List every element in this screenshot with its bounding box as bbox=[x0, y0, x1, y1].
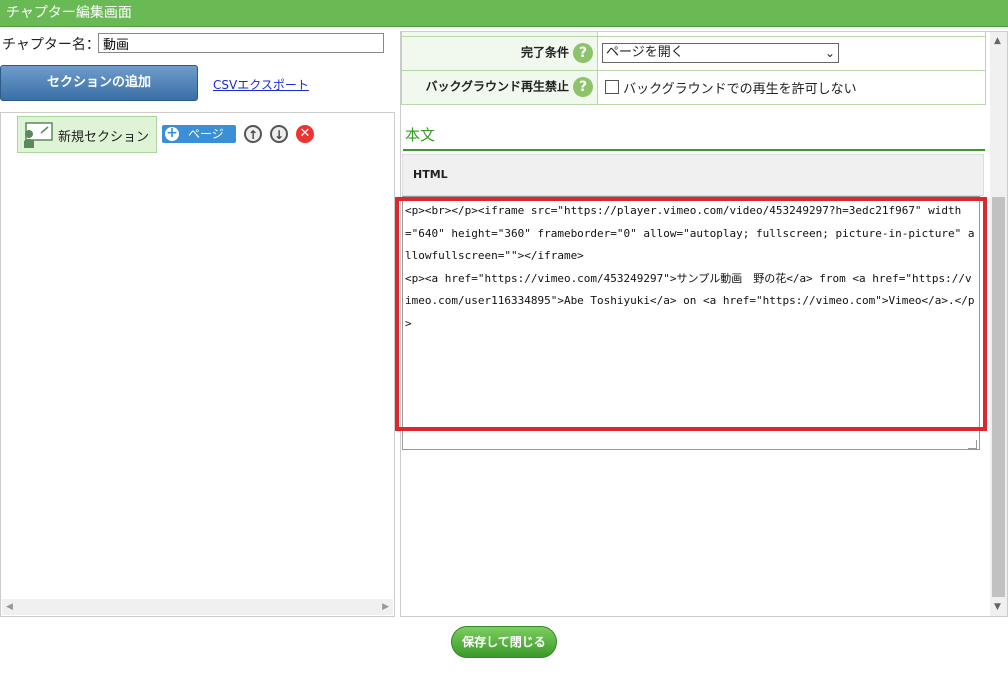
vertical-scrollbar[interactable]: ▲ ▼ bbox=[990, 32, 1007, 616]
scroll-right-icon[interactable]: ▶ bbox=[382, 602, 389, 612]
scroll-left-icon[interactable]: ◀ bbox=[6, 602, 13, 612]
body-section-title: 本文 bbox=[405, 126, 436, 144]
save-and-close-button[interactable]: 保存して閉じる bbox=[451, 626, 557, 658]
background-play-cell: バックグラウンド再生禁止? bbox=[401, 69, 598, 105]
scroll-down-icon[interactable]: ▼ bbox=[994, 602, 1001, 612]
add-page-label: ページ bbox=[188, 127, 224, 141]
window-title-bar: チャプター編集画面 bbox=[0, 0, 1008, 27]
background-play-checkbox[interactable] bbox=[605, 80, 619, 94]
csv-export-link[interactable]: CSVエクスポート bbox=[213, 76, 309, 93]
section-node[interactable]: 新規セクション bbox=[17, 116, 157, 153]
plus-icon: + bbox=[165, 125, 179, 141]
delete-icon[interactable]: ✕ bbox=[296, 125, 314, 143]
presentation-board-icon bbox=[24, 122, 53, 148]
background-play-label: バックグラウンド再生禁止 bbox=[425, 79, 569, 94]
html-tab[interactable]: HTML bbox=[402, 154, 984, 196]
completion-condition-select[interactable]: ページを開く ⌄ bbox=[602, 43, 839, 63]
section-tree-panel: 新規セクション + ページ ↑ ↓ ✕ ◀ ▶ bbox=[0, 112, 395, 617]
resize-handle-icon[interactable] bbox=[968, 440, 977, 449]
background-play-checkbox-label: バックグラウンドでの再生を許可しない bbox=[623, 81, 857, 97]
highlight-box bbox=[395, 197, 987, 431]
move-up-icon[interactable]: ↑ bbox=[244, 125, 262, 143]
help-icon[interactable]: ? bbox=[573, 43, 593, 63]
scroll-up-icon[interactable]: ▲ bbox=[994, 36, 1001, 46]
move-down-icon[interactable]: ↓ bbox=[270, 125, 288, 143]
scrollbar-thumb[interactable] bbox=[992, 197, 1005, 597]
horizontal-scrollbar[interactable]: ◀ ▶ bbox=[2, 599, 393, 615]
chevron-down-icon: ⌄ bbox=[824, 46, 835, 60]
completion-condition-label: 完了条件 bbox=[520, 45, 569, 60]
add-page-button[interactable]: + ページ bbox=[162, 125, 236, 143]
chapter-name-input[interactable] bbox=[98, 33, 384, 53]
window-title: チャプター編集画面 bbox=[6, 5, 132, 21]
section-label: 新規セクション bbox=[58, 130, 150, 145]
completion-condition-cell: 完了条件? bbox=[401, 35, 598, 71]
chapter-name-label: チャプター名： bbox=[2, 37, 100, 53]
html-tab-label: HTML bbox=[413, 168, 448, 181]
help-icon[interactable]: ? bbox=[573, 77, 593, 97]
add-section-button[interactable]: セクションの追加 bbox=[0, 65, 198, 101]
divider bbox=[403, 149, 985, 151]
settings-table: 完了条件? ページを開く ⌄ バックグラウンド再生禁止? バックグラウンドでの再… bbox=[401, 32, 986, 105]
completion-condition-value: ページを開く bbox=[606, 45, 684, 60]
